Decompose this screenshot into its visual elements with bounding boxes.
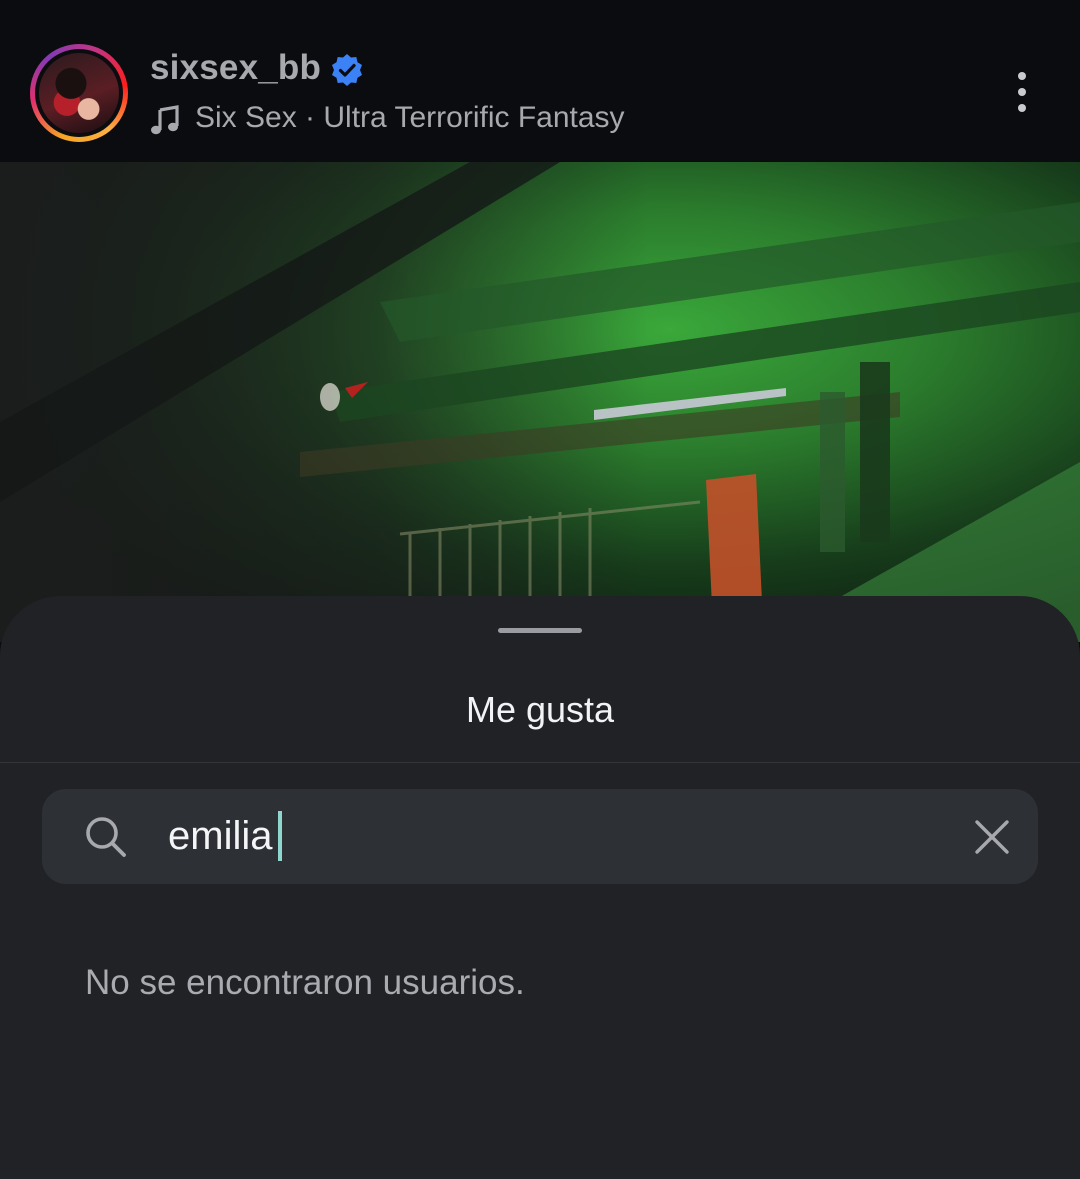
verified-badge-icon — [332, 54, 362, 86]
more-vertical-icon[interactable] — [1008, 70, 1036, 116]
post-image-drawing — [0, 162, 1080, 642]
search-input[interactable] — [168, 789, 928, 884]
post-header: sixsex_bb Six Sex · Ultra Terrorific Fan… — [0, 0, 1080, 162]
search-field[interactable] — [42, 789, 1038, 884]
avatar[interactable] — [30, 44, 128, 142]
song-link[interactable]: Six Sex · Ultra Terrorific Fantasy — [195, 101, 625, 135]
sheet-title: Me gusta — [465, 689, 615, 730]
screen: sixsex_bb Six Sex · Ultra Terrorific Fan… — [0, 0, 1080, 1179]
drag-handle[interactable] — [498, 628, 582, 633]
music-note-icon — [151, 105, 179, 135]
avatar-frame — [35, 49, 123, 137]
username[interactable]: sixsex_bb — [150, 48, 321, 88]
post-image[interactable] — [0, 162, 1080, 642]
empty-results-message: No se encontraron usuarios. — [85, 963, 525, 1002]
search-icon — [86, 817, 126, 857]
close-icon[interactable] — [972, 817, 1012, 857]
likes-sheet: Me gusta No se encontraron usuarios. — [0, 596, 1080, 1179]
avatar-image — [39, 53, 119, 133]
text-cursor — [278, 811, 282, 861]
divider — [0, 762, 1080, 763]
